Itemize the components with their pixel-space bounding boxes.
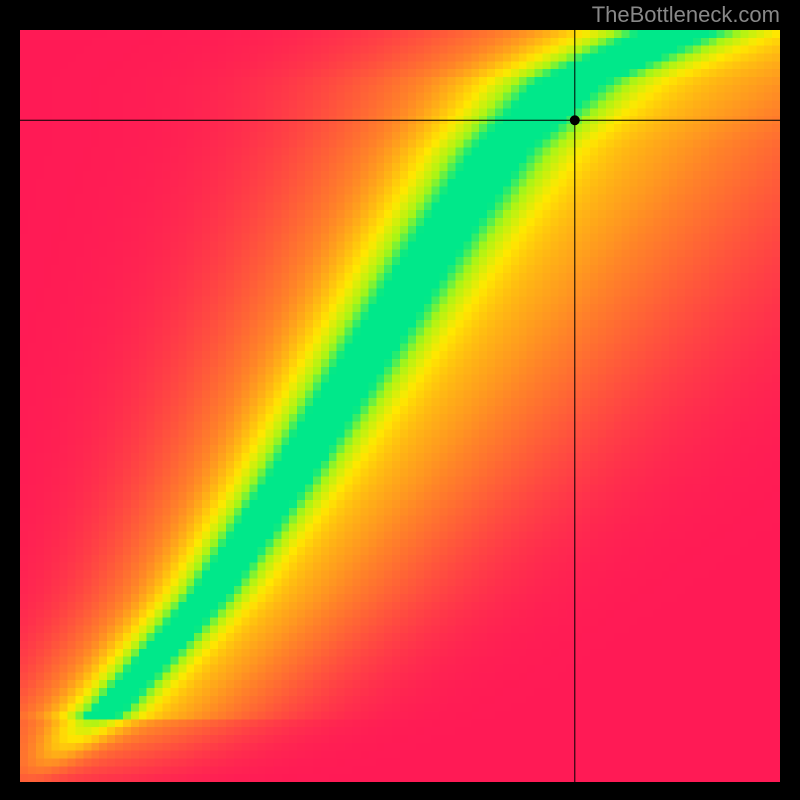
watermark-text: TheBottleneck.com	[592, 2, 780, 28]
chart-container: TheBottleneck.com	[0, 0, 800, 800]
plot-area	[20, 30, 780, 782]
heatmap-canvas	[20, 30, 780, 782]
